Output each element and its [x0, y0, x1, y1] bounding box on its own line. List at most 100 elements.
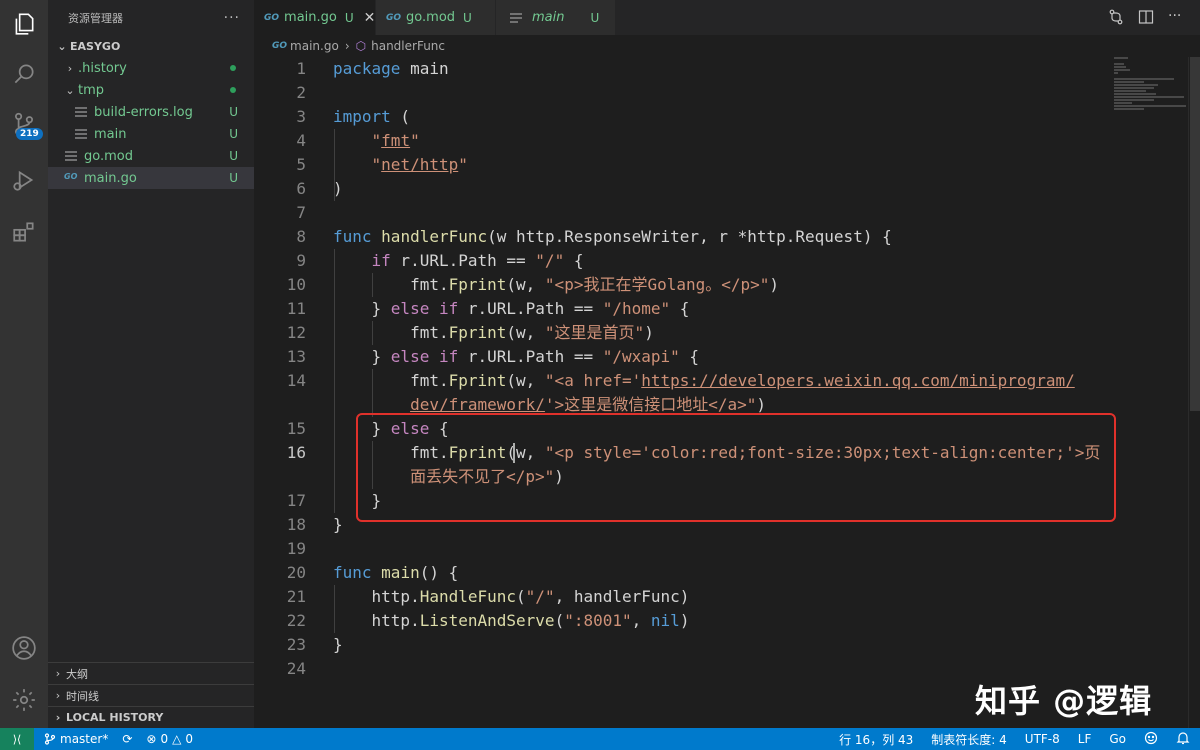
- line-number: 10: [286, 275, 306, 294]
- tab-go-mod[interactable]: GO go.mod U: [376, 0, 496, 35]
- outline-section[interactable]: › 大纲: [48, 662, 254, 684]
- line-number: 18: [286, 515, 306, 534]
- tree-item-main-go[interactable]: GO main.go U: [48, 167, 254, 189]
- branch-indicator[interactable]: master*: [44, 732, 108, 746]
- chevron-down-icon: ⌄: [65, 83, 75, 97]
- feedback-icon[interactable]: [1144, 731, 1158, 748]
- language-mode[interactable]: Go: [1109, 732, 1126, 746]
- encoding[interactable]: UTF-8: [1025, 732, 1060, 746]
- branch-label: master*: [60, 732, 109, 746]
- line-number: 5: [296, 155, 306, 174]
- warning-icon: △: [172, 732, 182, 746]
- account-icon[interactable]: [0, 624, 48, 672]
- tab-main[interactable]: main U: [496, 0, 616, 35]
- close-icon[interactable]: ✕: [364, 10, 376, 26]
- git-status: U: [229, 149, 238, 163]
- source-control-icon[interactable]: [0, 100, 48, 148]
- scm-badge: 219: [16, 128, 43, 140]
- run-debug-icon[interactable]: [0, 156, 48, 204]
- log-file-icon: [75, 107, 87, 117]
- highlight-box: [356, 413, 1116, 522]
- timeline-section[interactable]: › 时间线: [48, 684, 254, 706]
- modified-dot-icon: [230, 87, 236, 93]
- project-name: EASYGO: [70, 39, 121, 53]
- chevron-right-icon: ›: [55, 689, 61, 702]
- split-editor-icon[interactable]: [1138, 9, 1154, 25]
- chevron-down-icon: ⌄: [57, 39, 67, 53]
- explorer-header: 资源管理器 ···: [48, 0, 254, 35]
- more-actions-icon[interactable]: ···: [224, 10, 240, 26]
- sync-icon: ⟳: [122, 732, 133, 746]
- sync-button[interactable]: ⟳: [122, 732, 132, 746]
- tab-main-go[interactable]: GO main.go U ✕: [254, 0, 376, 35]
- files-icon[interactable]: [0, 0, 48, 48]
- cursor-position[interactable]: 行 16，列 43: [839, 731, 913, 748]
- scrollbar-thumb[interactable]: [1190, 57, 1200, 411]
- line-number-current: 16: [286, 443, 306, 462]
- line-number: 15: [286, 419, 306, 438]
- git-status: U: [229, 171, 238, 185]
- tab-label: go.mod: [406, 10, 456, 25]
- line-number: 3: [296, 107, 306, 126]
- modified-dot-icon: [230, 65, 236, 71]
- more-actions-icon[interactable]: ···: [1168, 9, 1184, 25]
- breadcrumb-separator: ›: [344, 39, 350, 53]
- project-folder[interactable]: ⌄ EASYGO: [48, 35, 254, 57]
- indentation[interactable]: 制表符长度: 4: [931, 731, 1007, 748]
- explorer-title: 资源管理器: [68, 11, 123, 25]
- editor-tabs: GO main.go U ✕ GO go.mod U main U ···: [254, 0, 1200, 35]
- minimap[interactable]: [1114, 57, 1188, 117]
- tree-item-history[interactable]: › .history: [48, 57, 254, 79]
- vertical-scrollbar[interactable]: [1188, 57, 1200, 728]
- open-changes-icon[interactable]: [1108, 9, 1124, 25]
- local-history-section[interactable]: › LOCAL HISTORY: [48, 706, 254, 728]
- notifications-bell-icon[interactable]: [1176, 731, 1190, 748]
- line-number: 21: [286, 587, 306, 606]
- end-of-line[interactable]: LF: [1078, 732, 1092, 746]
- line-number: 24: [286, 659, 306, 678]
- tree-item-label: build-errors.log: [94, 104, 193, 120]
- tree-item-go-mod[interactable]: go.mod U: [48, 145, 254, 167]
- activity-bar: 219: [0, 0, 48, 728]
- git-status: U: [229, 127, 238, 141]
- go-file-icon: GO: [386, 12, 402, 23]
- chevron-right-icon: ›: [67, 61, 73, 75]
- error-count: 0: [160, 732, 169, 746]
- line-number: 17: [286, 491, 306, 510]
- tree-item-tmp[interactable]: ⌄ tmp: [48, 79, 254, 101]
- git-status: U: [229, 105, 238, 119]
- breadcrumb: GO main.go › ⬡ handlerFunc: [254, 35, 1200, 57]
- file-lines-icon: [510, 12, 522, 23]
- code-editor[interactable]: 1 2 3 4 5 6 7 8 9 10 11 12 13 14 15 16 1…: [254, 57, 1188, 728]
- symbol-method-icon: ⬡: [355, 39, 367, 53]
- search-icon[interactable]: [0, 50, 48, 98]
- binary-file-icon: [75, 129, 87, 139]
- warning-count: 0: [185, 732, 193, 746]
- tab-git-status: U: [344, 10, 354, 25]
- extensions-icon[interactable]: [0, 208, 48, 256]
- tree-item-build-errors[interactable]: build-errors.log U: [48, 101, 254, 123]
- tree-item-main-binary[interactable]: main U: [48, 123, 254, 145]
- problems-indicator[interactable]: ⊗ 0 △ 0: [146, 732, 193, 746]
- tab-label: main.go: [284, 10, 337, 25]
- local-history-label: LOCAL HISTORY: [66, 711, 164, 724]
- line-number: 11: [286, 299, 306, 318]
- line-number: 8: [296, 227, 306, 246]
- breadcrumb-symbol[interactable]: handlerFunc: [371, 39, 445, 53]
- line-number: 22: [286, 611, 306, 630]
- line-number: 2: [296, 83, 306, 102]
- tree-item-label: main.go: [84, 170, 137, 186]
- line-number: 19: [286, 539, 306, 558]
- line-number: 23: [286, 635, 306, 654]
- settings-gear-icon[interactable]: [0, 676, 48, 724]
- tab-git-status: U: [590, 10, 600, 25]
- line-number: 6: [296, 179, 306, 198]
- chevron-right-icon: ›: [55, 711, 61, 724]
- git-branch-icon: [44, 733, 56, 745]
- editor-actions: ···: [1108, 9, 1184, 25]
- explorer-sidebar: 资源管理器 ··· ⌄ EASYGO › .history ⌄ tmp buil…: [48, 0, 254, 728]
- error-icon: ⊗: [146, 732, 157, 746]
- line-number: 7: [296, 203, 306, 222]
- breadcrumb-file[interactable]: main.go: [290, 39, 339, 53]
- remote-indicator[interactable]: ⟩⟨: [0, 728, 34, 750]
